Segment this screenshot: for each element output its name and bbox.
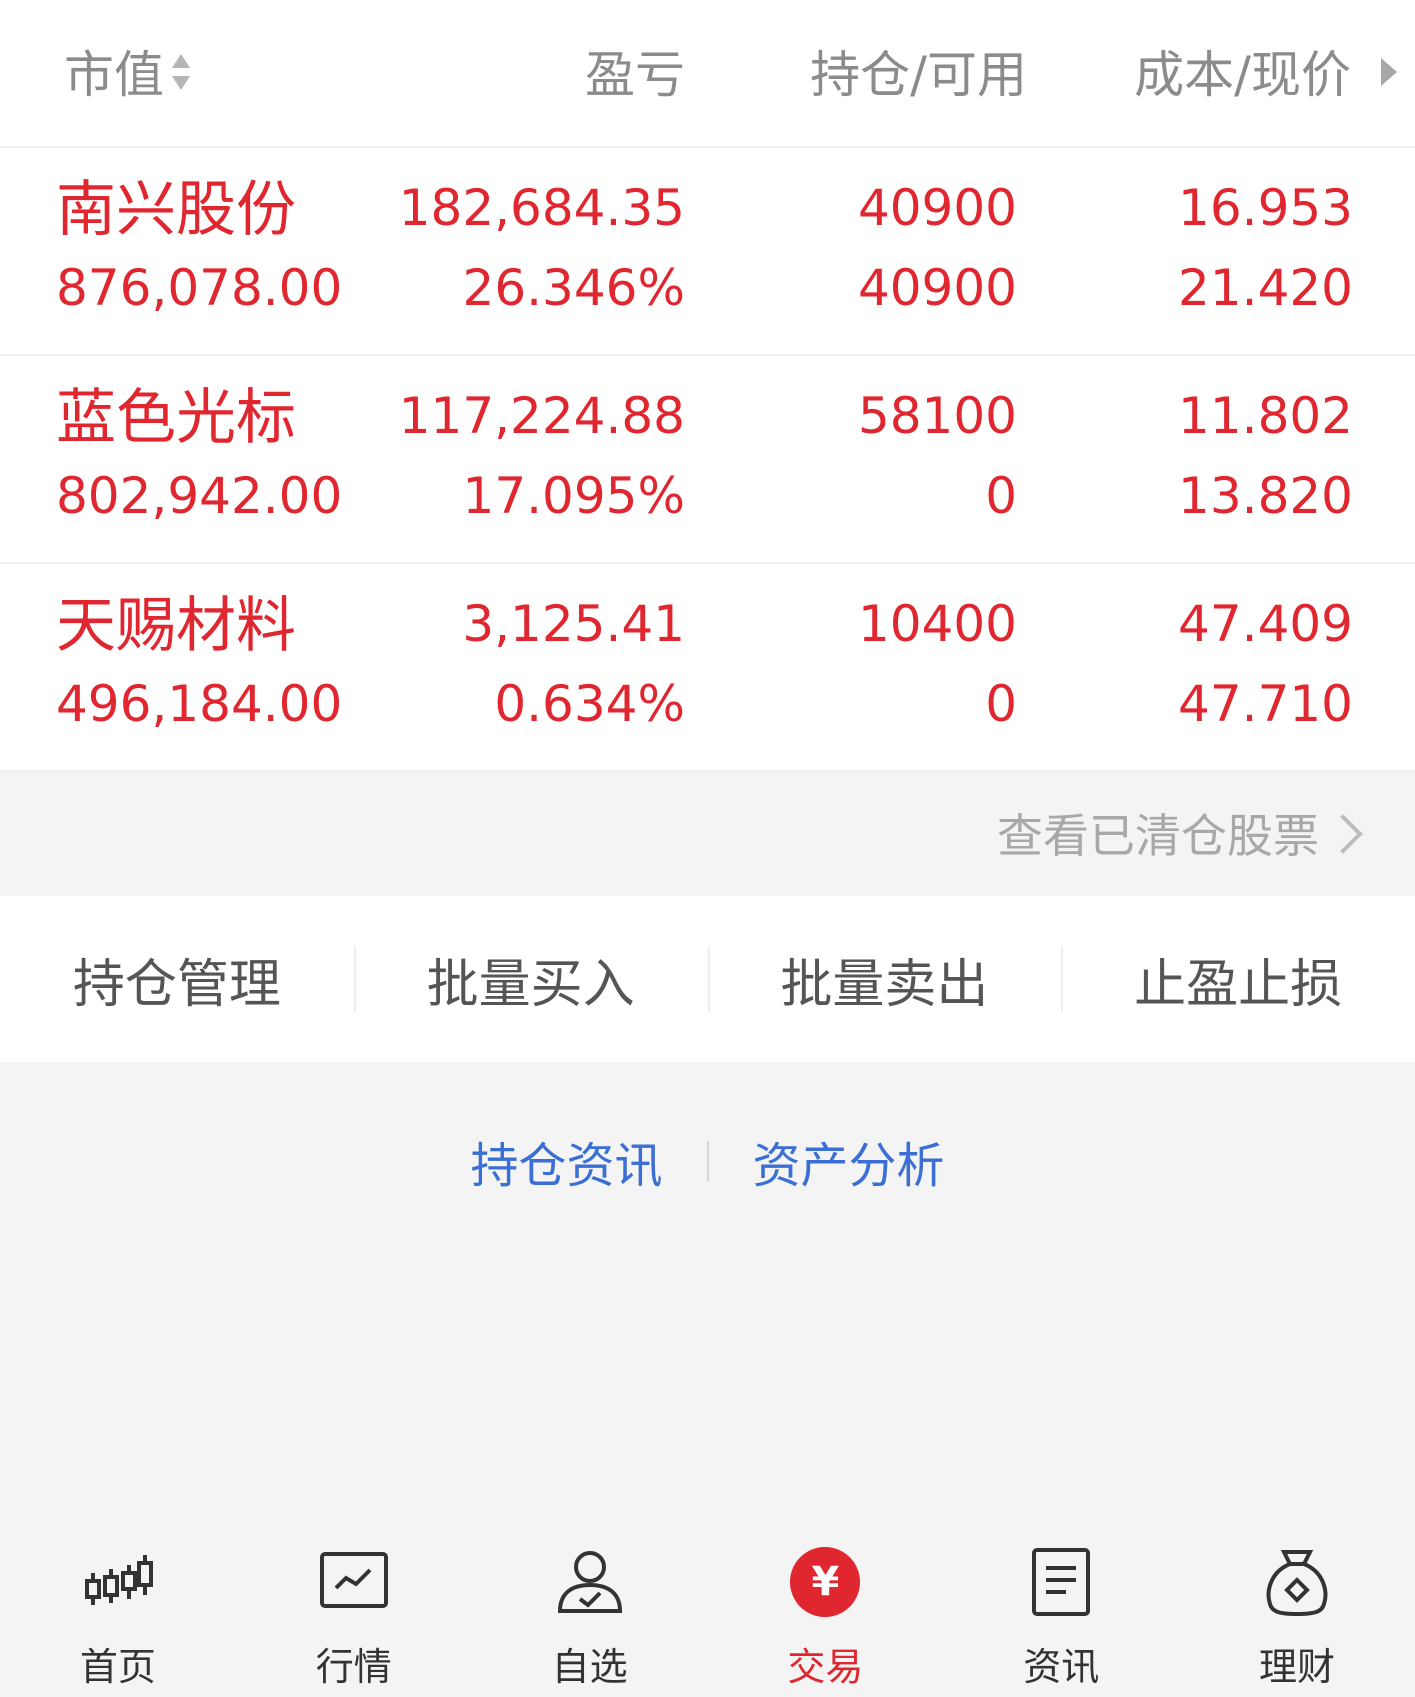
- bottom-nav: 首页 行情 自选 ¥ 交易 资讯 理财: [0, 1520, 1415, 1697]
- action-bar: 持仓管理 批量买入 批量卖出 止盈止损: [0, 896, 1415, 1062]
- position-qty: 58100: [857, 387, 1017, 445]
- sort-icon: [170, 42, 192, 108]
- profit-loss-header: 盈亏: [585, 46, 685, 104]
- yen-icon: ¥: [785, 1542, 865, 1622]
- cost-price: 11.802: [1178, 387, 1353, 445]
- current-price: 21.420: [1178, 259, 1353, 317]
- stock-name: 蓝色光标: [56, 383, 296, 453]
- nav-label: 理财: [1259, 1645, 1336, 1689]
- table-row[interactable]: 南兴股份 876,078.00 182,684.35 26.346% 40900…: [0, 148, 1415, 356]
- profit-loss-pct: 0.634%: [494, 675, 685, 733]
- nav-item-wealth[interactable]: 理财: [1179, 1520, 1415, 1697]
- chevron-right-icon: [1323, 814, 1363, 854]
- stock-name: 南兴股份: [56, 175, 296, 245]
- available-qty: 40900: [857, 259, 1017, 317]
- candlestick-icon: [78, 1542, 158, 1622]
- profit-loss-pct: 26.346%: [462, 259, 685, 317]
- batch-buy-button[interactable]: 批量买入: [353, 896, 708, 1062]
- market-value: 802,942.00: [56, 467, 343, 525]
- nav-item-watchlist[interactable]: 自选: [472, 1520, 708, 1697]
- profit-loss: 182,684.35: [398, 179, 685, 237]
- market-value: 876,078.00: [56, 259, 343, 317]
- profit-loss: 3,125.41: [462, 595, 685, 653]
- table-row[interactable]: 蓝色光标 802,942.00 117,224.88 17.095% 58100…: [0, 356, 1415, 564]
- stock-name: 天赐材料: [56, 591, 296, 661]
- position-qty: 10400: [857, 595, 1017, 653]
- table-row[interactable]: 天赐材料 496,184.00 3,125.41 0.634% 10400 0 …: [0, 564, 1415, 772]
- position-news-link[interactable]: 持仓资讯: [426, 1126, 706, 1196]
- positions-list: 南兴股份 876,078.00 182,684.35 26.346% 40900…: [0, 148, 1415, 772]
- nav-item-market[interactable]: 行情: [236, 1520, 472, 1697]
- nav-label: 首页: [79, 1645, 156, 1689]
- positions-page: 市值 盈亏 持仓/可用 成本/现价 南兴股份 876,078.00 182,68…: [0, 0, 1415, 1697]
- money-bag-icon: [1257, 1542, 1337, 1622]
- market-value: 496,184.00: [56, 675, 343, 733]
- cost-price-header: 成本/现价: [1134, 46, 1351, 104]
- profit-loss-pct: 17.095%: [462, 467, 685, 525]
- batch-sell-button[interactable]: 批量卖出: [707, 896, 1062, 1062]
- nav-item-trade[interactable]: ¥ 交易: [707, 1520, 943, 1697]
- user-check-icon: [550, 1542, 630, 1622]
- asset-analysis-link[interactable]: 资产分析: [709, 1126, 989, 1196]
- document-icon: [1021, 1542, 1101, 1622]
- available-qty: 0: [985, 467, 1017, 525]
- position-management-button[interactable]: 持仓管理: [0, 896, 354, 1062]
- profit-loss: 117,224.88: [398, 387, 685, 445]
- current-price: 13.820: [1178, 467, 1353, 525]
- available-qty: 0: [985, 675, 1017, 733]
- position-qty: 40900: [857, 179, 1017, 237]
- nav-label: 自选: [551, 1645, 628, 1689]
- chart-line-icon: [314, 1542, 394, 1622]
- position-available-header: 持仓/可用: [810, 46, 1027, 104]
- take-profit-stop-loss-button[interactable]: 止盈止损: [1061, 896, 1415, 1062]
- nav-label: 交易: [787, 1645, 864, 1689]
- nav-label: 行情: [315, 1645, 392, 1689]
- market-value-sort-header[interactable]: 市值: [64, 42, 192, 108]
- nav-item-news[interactable]: 资讯: [943, 1520, 1179, 1697]
- info-links: 持仓资讯 资产分析: [0, 1126, 1415, 1196]
- nav-label: 资讯: [1023, 1645, 1100, 1689]
- market-value-header-label: 市值: [64, 46, 164, 104]
- cost-price: 47.409: [1178, 595, 1353, 653]
- table-header: 市值 盈亏 持仓/可用 成本/现价: [0, 0, 1415, 148]
- current-price: 47.710: [1178, 675, 1353, 733]
- cost-price: 16.953: [1178, 179, 1353, 237]
- nav-item-home[interactable]: 首页: [0, 1520, 236, 1697]
- scroll-right-icon[interactable]: [1381, 58, 1397, 86]
- view-cleared-stocks-link[interactable]: 查看已清仓股票: [997, 804, 1319, 868]
